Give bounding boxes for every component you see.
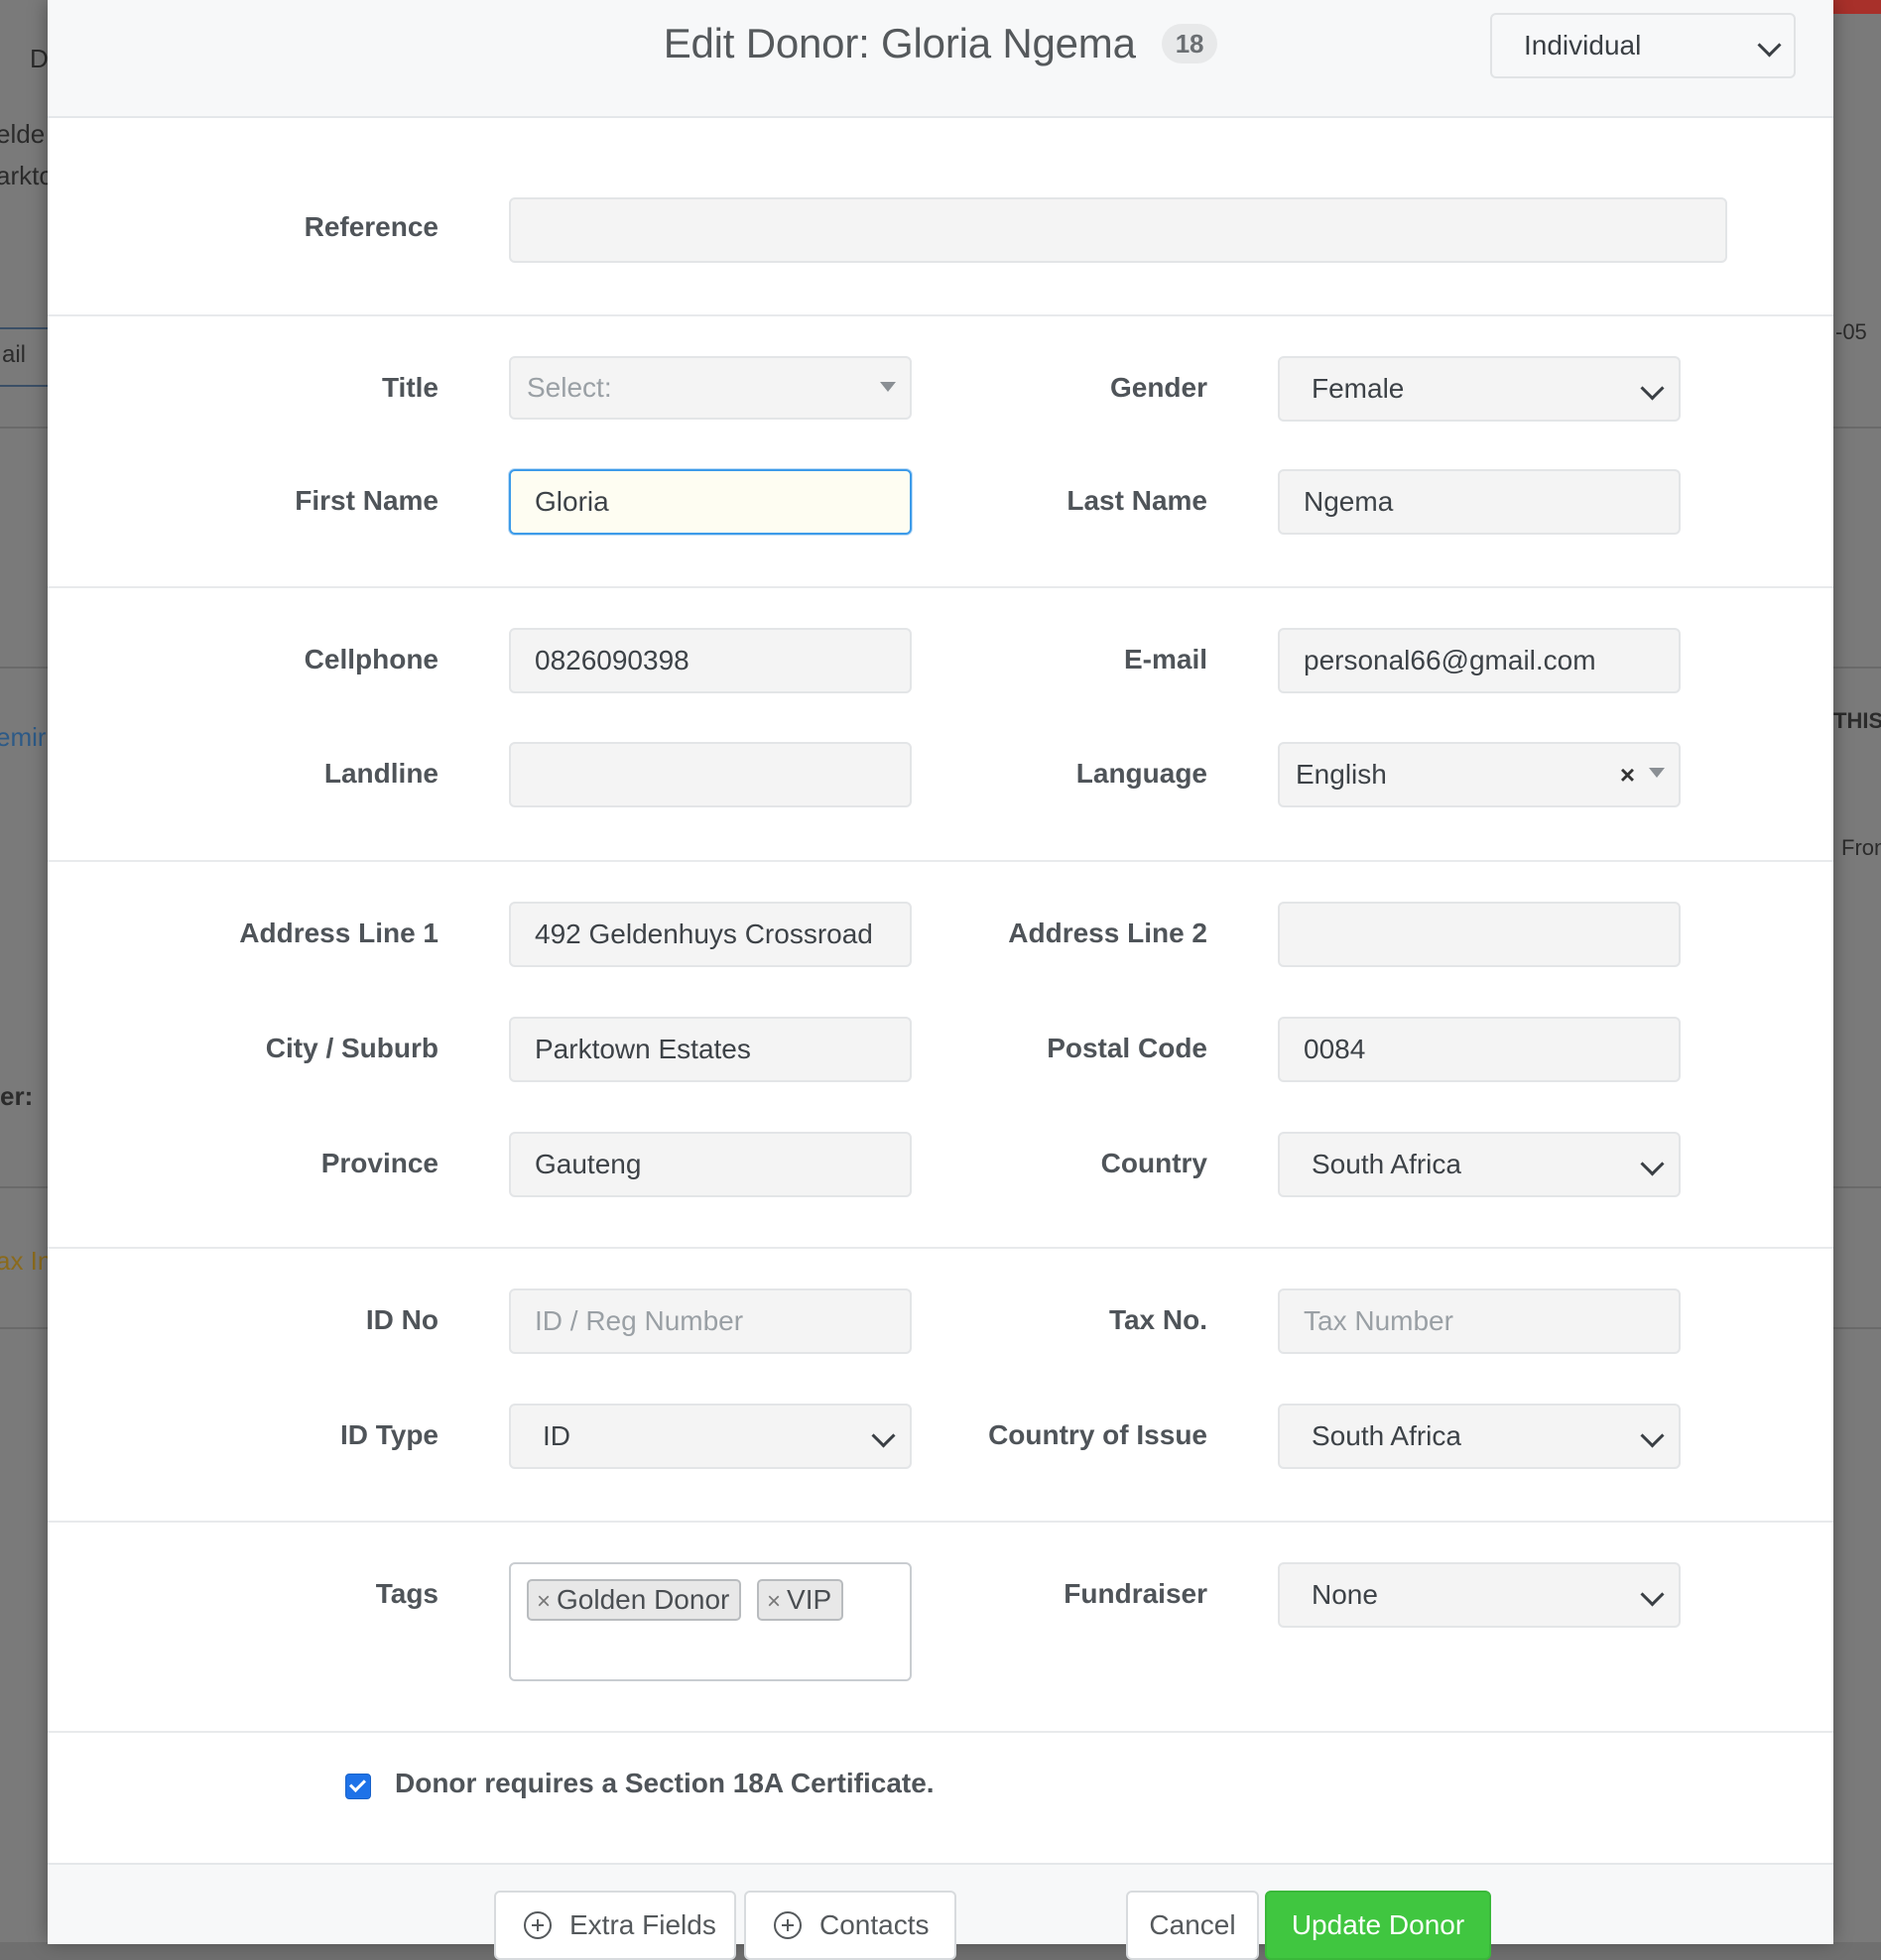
personal-section: Title Select: Gender Female First Name G… [48, 316, 1833, 588]
plus-circle-icon [774, 1910, 802, 1939]
reference-input[interactable] [509, 197, 1727, 263]
address-line2-input[interactable] [1278, 902, 1681, 967]
country-select[interactable]: South Africa [1278, 1132, 1681, 1197]
tax-no-label: Tax No. [1108, 1304, 1207, 1335]
gender-label: Gender [1109, 372, 1207, 403]
landline-input[interactable] [509, 742, 912, 807]
identity-section: ID No ID / Reg Number Tax No. Tax Number… [48, 1249, 1833, 1523]
background-button: ail [0, 327, 54, 387]
landline-label: Landline [323, 758, 439, 789]
tags-input[interactable]: × Golden Donor × VIP [509, 1562, 912, 1681]
language-label: Language [1075, 758, 1207, 789]
edit-donor-modal: Edit Donor: Gloria Ngema 18 Individual Re… [48, 0, 1833, 1960]
tags-section: Tags × Golden Donor × VIP Fundraiser None [48, 1523, 1833, 1733]
tag-chip: × Golden Donor [527, 1579, 742, 1621]
address-line2-label: Address Line 2 [1008, 918, 1207, 948]
chevron-down-icon [1640, 1582, 1665, 1607]
plus-circle-icon [524, 1910, 552, 1939]
update-donor-button[interactable]: Update Donor [1265, 1891, 1491, 1960]
cellphone-input[interactable]: 0826090398 [509, 628, 912, 693]
caret-down-icon [880, 382, 896, 392]
cellphone-label: Cellphone [304, 644, 439, 674]
chevron-down-icon [1640, 376, 1665, 401]
background-fragment: elde [0, 119, 46, 149]
gender-select[interactable]: Female [1278, 356, 1681, 422]
background-fragment: THIS [1833, 708, 1881, 733]
first-name-input[interactable]: Gloria [509, 469, 912, 535]
background-accent [1833, 0, 1881, 14]
id-no-label: ID No [365, 1304, 439, 1335]
id-no-input[interactable]: ID / Reg Number [509, 1288, 912, 1354]
contacts-button[interactable]: Contacts [744, 1891, 956, 1960]
tags-label: Tags [375, 1578, 439, 1609]
fundraiser-select[interactable]: None [1278, 1562, 1681, 1628]
modal-header: Edit Donor: Gloria Ngema 18 Individual [48, 0, 1833, 118]
section-18a-checkbox[interactable] [345, 1774, 371, 1799]
contact-section: Cellphone 0826090398 E-mail personal66@g… [48, 588, 1833, 862]
title-select[interactable]: Select: [509, 356, 912, 420]
first-name-label: First Name [295, 485, 439, 516]
remove-tag-icon[interactable]: × [767, 1588, 781, 1615]
background-fragment: -05 [1835, 319, 1867, 344]
chevron-down-icon [1757, 33, 1782, 58]
postal-code-input[interactable]: 0084 [1278, 1017, 1681, 1082]
background-fragment: Fron [1841, 835, 1881, 860]
email-label: E-mail [1123, 644, 1207, 674]
city-label: City / Suburb [265, 1033, 439, 1063]
last-name-input[interactable]: Ngema [1278, 469, 1681, 535]
country-of-issue-select[interactable]: South Africa [1278, 1404, 1681, 1469]
caret-down-icon [1649, 768, 1665, 778]
address-line1-label: Address Line 1 [239, 918, 439, 948]
background-fragment: emir [0, 722, 47, 752]
certificate-section: Donor requires a Section 18A Certificate… [48, 1722, 1833, 1821]
country-of-issue-label: Country of Issue [988, 1419, 1207, 1450]
city-input[interactable]: Parktown Estates [509, 1017, 912, 1082]
background-fragment: er: [0, 1081, 34, 1111]
cancel-button[interactable]: Cancel [1126, 1891, 1259, 1960]
chevron-down-icon [1640, 1152, 1665, 1176]
language-select[interactable]: English × [1278, 742, 1681, 807]
id-type-label: ID Type [339, 1419, 439, 1450]
donor-count-badge: 18 [1161, 23, 1218, 63]
province-label: Province [320, 1148, 439, 1178]
section-18a-label: Donor requires a Section 18A Certificate… [395, 1768, 935, 1798]
fundraiser-label: Fundraiser [1064, 1578, 1207, 1609]
background-fragment: D [30, 44, 49, 73]
clear-icon[interactable]: × [1620, 744, 1635, 805]
address-section: Address Line 1 492 Geldenhuys Crossroad … [48, 862, 1833, 1249]
background-fragment: arkto [0, 161, 54, 190]
reference-label: Reference [304, 211, 439, 242]
country-label: Country [1100, 1148, 1207, 1178]
title-label: Title [381, 372, 439, 403]
address-line1-input[interactable]: 492 Geldenhuys Crossroad [509, 902, 912, 967]
remove-tag-icon[interactable]: × [537, 1588, 551, 1615]
extra-fields-button[interactable]: Extra Fields [494, 1891, 736, 1960]
postal-code-label: Postal Code [1047, 1033, 1207, 1063]
province-input[interactable]: Gauteng [509, 1132, 912, 1197]
id-type-select[interactable]: ID [509, 1404, 912, 1469]
tax-no-input[interactable]: Tax Number [1278, 1288, 1681, 1354]
modal-title-text: Edit Donor: Gloria Ngema [663, 20, 1136, 66]
modal-footer: Extra Fields Contacts Cancel Update Dono… [48, 1863, 1833, 1960]
chevron-down-icon [871, 1423, 896, 1448]
last-name-label: Last Name [1066, 485, 1207, 516]
reference-section: Reference [48, 118, 1833, 316]
tag-chip: × VIP [757, 1579, 844, 1621]
donor-type-select[interactable]: Individual [1490, 13, 1796, 78]
email-input[interactable]: personal66@gmail.com [1278, 628, 1681, 693]
chevron-down-icon [1640, 1423, 1665, 1448]
